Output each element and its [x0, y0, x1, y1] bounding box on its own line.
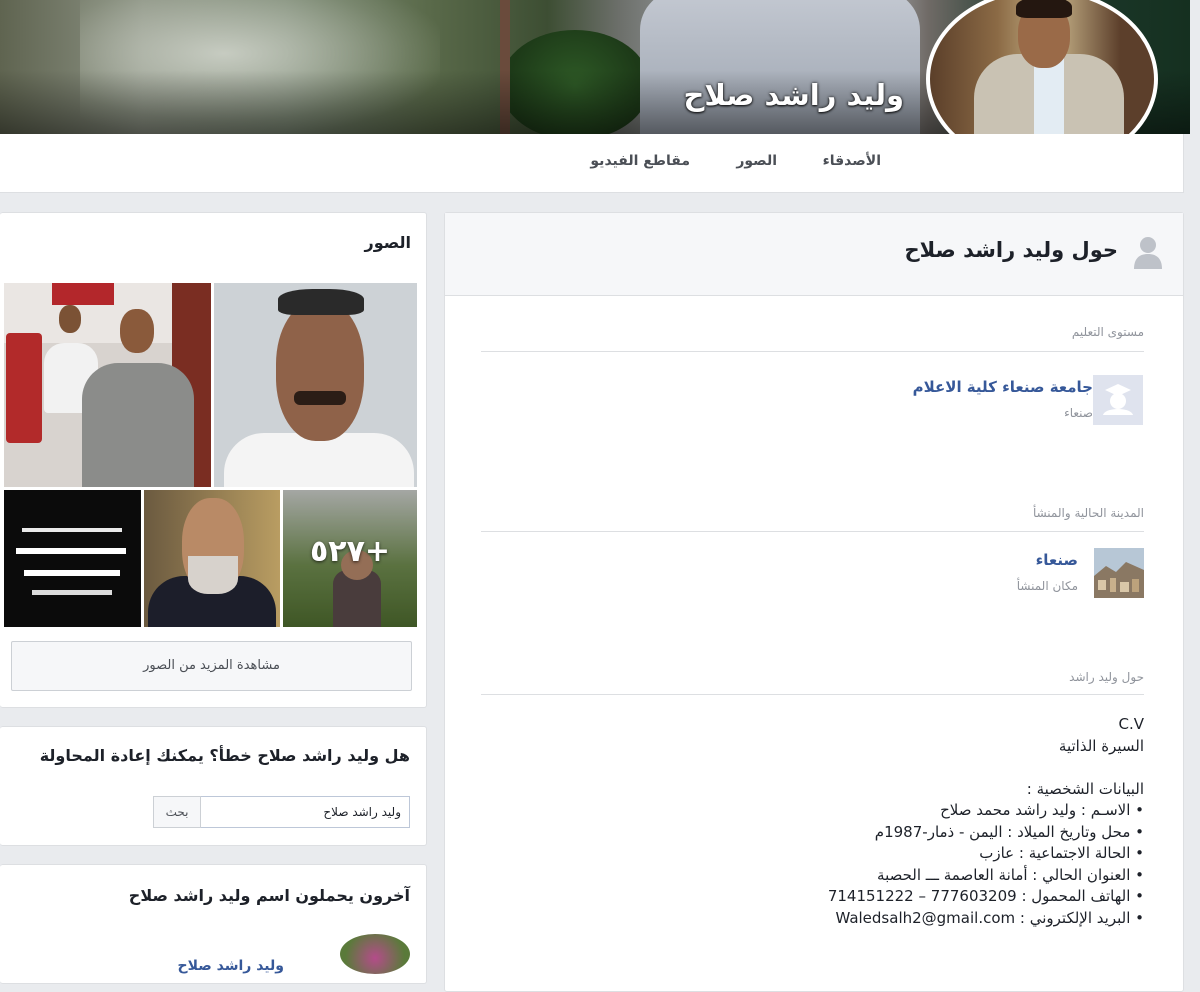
places-section-title: المدينة الحالية والمنشأ — [1032, 506, 1144, 520]
bio-line: • الحالة الاجتماعية : عازب — [979, 844, 1144, 862]
education-section-title: مستوى التعليم — [1071, 325, 1144, 339]
bio-line: • البريد الإلكتروني : Waledsalh2@gmail.c… — [835, 908, 1144, 927]
bio-line: • الاسـم : وليد راشد محمد صلاح — [940, 801, 1144, 819]
see-more-photos-button[interactable]: مشاهدة المزيد من الصور — [11, 641, 412, 691]
avatar-hair — [1016, 0, 1072, 18]
search-button[interactable]: بحث — [153, 796, 201, 828]
bio-line: البيانات الشخصية : — [1026, 779, 1144, 798]
bio-divider — [481, 694, 1144, 695]
bio-text: C.V السيرة الذاتية البيانات الشخصية : • … — [624, 714, 1144, 929]
tab-photos[interactable]: الصور — [736, 153, 777, 169]
retry-search-card — [0, 726, 427, 846]
bio-line: • الهاتف المحمول : 777603209 – 714151222 — [827, 887, 1144, 905]
other-person-link[interactable]: وليد راشد صلاح — [178, 958, 284, 974]
education-location: صنعاء — [1064, 406, 1093, 420]
bio-line: C.V — [1118, 715, 1144, 733]
bio-section-title: حول وليد راشد — [1069, 670, 1144, 684]
retry-title: هل وليد راشد صلاح خطأ؟ يمكنك إعادة المحا… — [39, 746, 410, 765]
places-divider — [481, 531, 1144, 532]
photo-thumbnail[interactable] — [214, 283, 417, 487]
more-photos-count[interactable]: +٥٢٧ — [283, 534, 417, 569]
graduation-cap-icon[interactable] — [1093, 375, 1143, 425]
profile-name[interactable]: وليد راشد صلاح — [683, 78, 904, 112]
education-school-link[interactable]: جامعة صنعاء كلية الاعلام — [913, 378, 1093, 396]
tab-friends[interactable]: الأصدقاء — [823, 153, 881, 169]
photo-thumbnail[interactable] — [144, 490, 280, 627]
city-link[interactable]: صنعاء — [1036, 551, 1078, 569]
other-person-avatar[interactable] — [340, 934, 410, 974]
education-divider — [481, 351, 1144, 352]
bio-line: السيرة الذاتية — [1058, 736, 1144, 755]
city-thumbnail[interactable] — [1094, 548, 1144, 598]
about-title[interactable]: حول وليد راشد صلاح — [904, 238, 1118, 262]
photo-thumbnail[interactable]: +٥٢٧ — [283, 490, 417, 627]
person-icon — [1134, 237, 1162, 269]
bio-line: • محل وتاريخ الميلاد : اليمن - ذمار-1987… — [874, 822, 1144, 841]
photos-title[interactable]: الصور — [365, 233, 412, 252]
others-title: آخرون يحملون اسم وليد راشد صلاح — [128, 886, 410, 905]
bio-line: • العنوان الحالي : أمانة العاصمة ـــ الح… — [877, 865, 1144, 884]
tab-videos[interactable]: مقاطع الفيديو — [590, 153, 690, 169]
city-type: مكان المنشأ — [1016, 579, 1078, 593]
photo-thumbnail[interactable] — [4, 283, 211, 487]
search-input[interactable] — [200, 796, 410, 828]
photo-thumbnail[interactable] — [4, 490, 141, 627]
bio-line — [624, 757, 1144, 779]
